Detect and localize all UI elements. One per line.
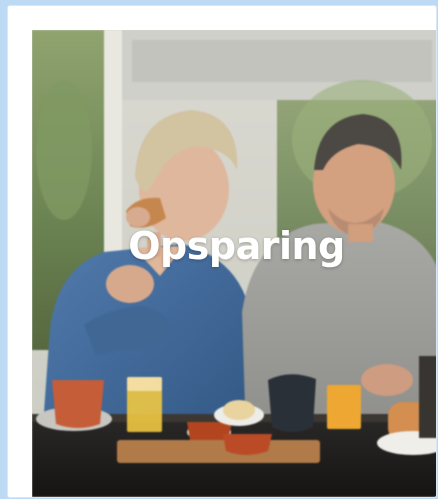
- savings-card[interactable]: Opsparing: [32, 30, 436, 497]
- card-frame: Opsparing: [8, 6, 436, 497]
- family-breakfast-photo: [32, 30, 436, 497]
